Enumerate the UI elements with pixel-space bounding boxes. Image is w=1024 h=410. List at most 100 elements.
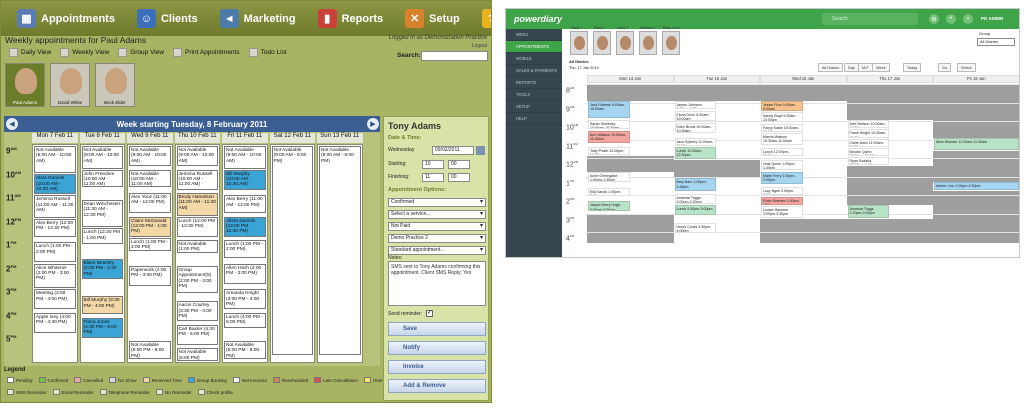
view-weekly-view[interactable]: Weekly View bbox=[60, 48, 109, 57]
user-menu[interactable]: PD ADMIN bbox=[981, 16, 1003, 21]
toolbar-go[interactable]: Go bbox=[938, 63, 952, 72]
appointment[interactable]: Carl Baxter (4:30 PM - 5:00 PM) bbox=[176, 324, 218, 345]
nav-item-marketing[interactable]: ◄ Marketing bbox=[219, 9, 296, 28]
nav-item-appointments[interactable]: ▦ Appointments bbox=[17, 9, 115, 28]
appointment[interactable]: Lunch 11:30am-12:30pm bbox=[674, 146, 717, 159]
appointment[interactable]: Frank Wright 10:30am-11:00am bbox=[847, 129, 890, 138]
appointment[interactable]: Lunch (1:00 PM - 2:00 PM) bbox=[129, 237, 171, 251]
bell-icon[interactable]: • bbox=[946, 14, 956, 24]
appointment[interactable]: Claire McDonald (12:00 PM - 1:00 PM) bbox=[129, 216, 171, 237]
appointment[interactable]: Amber Lion 2:00pm-2:30pm bbox=[934, 182, 1019, 191]
day-column[interactable]: Not Available (9:00 AM - 6:00 PM) bbox=[269, 144, 315, 363]
start-minute-select[interactable]: 00 bbox=[448, 160, 470, 169]
settings-icon[interactable]: ⚙ bbox=[929, 14, 939, 24]
appointment[interactable]: Aaron Courtey (3:30 PM - 4:00 PM) bbox=[176, 301, 218, 322]
toolbar-day[interactable]: Day bbox=[844, 63, 859, 72]
appointment[interactable]: Alex Yooz (11:00 AM - 12:00 PM) bbox=[129, 193, 171, 214]
appointment[interactable]: Ann Wallace 10:30am-11:30am bbox=[588, 131, 630, 144]
nav-item-setup[interactable]: ✕ Setup bbox=[405, 9, 460, 28]
end-hour-select[interactable]: 11 bbox=[422, 173, 444, 182]
staff-photo[interactable]: Paul Adams bbox=[5, 63, 45, 107]
appointment[interactable]: Not Available (9:00 AM - 10:00 AM) bbox=[129, 146, 171, 167]
staff-photo[interactable]: Diary 2 bbox=[593, 26, 611, 55]
appointment[interactable]: Lucy Ngee 2:00pm-2:30pm bbox=[761, 186, 803, 195]
day-column[interactable]: Not Available (9:00 AM - 6:00 PM) bbox=[317, 144, 363, 363]
appointment[interactable]: Group Appointment(5) (2:00 PM - 3:00 PM) bbox=[176, 265, 218, 294]
appointment[interactable]: Alex Berry (12:00 PM - 12:30 PM) bbox=[34, 218, 76, 237]
appointment[interactable]: Claire Arkin 11:00am-11:30am bbox=[847, 138, 890, 147]
appointment[interactable]: Lunch (1:00 PM - 2:00 PM) bbox=[224, 240, 266, 258]
send-reminder-checkbox[interactable]: ✓ bbox=[426, 310, 433, 317]
staff-photo[interactable]: Diary 3 bbox=[616, 26, 634, 55]
appointment[interactable]: Not Available (9:00 AM - 10:00 AM) bbox=[34, 146, 76, 174]
sidebar-item-reports[interactable]: REPORTS bbox=[506, 77, 562, 89]
appointment[interactable]: Alex Berry (11:00 AM - 12:00 PM) bbox=[224, 195, 266, 214]
payment-select[interactable]: Not Paid bbox=[388, 222, 486, 231]
save-button[interactable]: Save bbox=[388, 322, 486, 336]
appointment[interactable]: Alice Wonder 11:00am-11:30am bbox=[934, 137, 1019, 150]
staff-photo[interactable]: Mothers 1 bbox=[639, 26, 657, 55]
appointment[interactable]: Jemima Russell (11:00 AM - 11:30 AM) bbox=[34, 195, 76, 218]
nav-item-clients[interactable]: ☺ Clients bbox=[136, 9, 198, 28]
view-group-view[interactable]: Group View bbox=[118, 48, 164, 57]
view-print-appointments[interactable]: Print Appointments bbox=[173, 48, 240, 57]
appointment[interactable]: Jemima Russell (10:00 AM - 11:00 AM) bbox=[176, 169, 218, 190]
date-input[interactable]: 09/02/2011 bbox=[432, 146, 474, 155]
appointment[interactable]: Paperwork (2:00 PM - 3:00 PM) bbox=[129, 265, 171, 286]
status-select[interactable]: Confirmed bbox=[388, 198, 486, 207]
chat-icon[interactable]: ▪ bbox=[963, 14, 973, 24]
staff-photo[interactable]: David White bbox=[50, 63, 90, 107]
day-column[interactable]: Not Available (9:00 AM - 10:00 AM) Aleta … bbox=[32, 144, 78, 363]
appointment[interactable]: Lunch 12:00pm-12:30pm bbox=[761, 147, 803, 157]
appointment[interactable]: Not Available (10:00 AM - 11:00 AM) bbox=[129, 169, 171, 188]
notify-button[interactable]: Notify bbox=[388, 341, 486, 355]
search-input[interactable] bbox=[421, 51, 488, 61]
appointment[interactable]: Amanda Triggs 2:30pm-3:30pm bbox=[847, 205, 890, 219]
appointment[interactable]: Meeting (3:00 PM - 4:00 PM) bbox=[34, 289, 76, 310]
sidebar-item-tools[interactable]: TOOLS bbox=[506, 89, 562, 101]
appointment-type-select[interactable]: Standard appointment... bbox=[388, 246, 486, 255]
appointment[interactable]: Jack Syberry 11:00am-11:30am bbox=[674, 137, 717, 146]
appointment[interactable]: Brody Hamelson (11:00 AM - 11:30 AM) bbox=[176, 193, 218, 216]
appointment[interactable]: Brooke Quinn 12:00pm-12:30pm bbox=[847, 147, 890, 157]
appointment[interactable]: Sarah Sweeney 10:00am-10:30am bbox=[588, 120, 630, 130]
logout-link[interactable]: Logout bbox=[472, 43, 487, 49]
view-daily-view[interactable]: Daily View bbox=[9, 48, 51, 57]
appointment[interactable]: Not Available (9:00 AM - 10:00 AM) bbox=[176, 146, 218, 167]
toolbar-today[interactable]: Today bbox=[903, 63, 922, 72]
appointment[interactable]: Not Available (5:00 PM) bbox=[176, 348, 218, 362]
appointment[interactable]: Alleta Daniels (12:00 PM - 12:30 PM) bbox=[224, 216, 266, 237]
appointment[interactable]: Marvin Watson 10:30am-11:00am bbox=[761, 133, 803, 145]
appointment[interactable]: Not Available (9:00 AM - 6:00 PM) bbox=[271, 146, 313, 355]
appointment[interactable]: Lunch (12:30 PM - 1:00 PM) bbox=[81, 228, 123, 244]
appointment[interactable]: Henry Cooks 3:30pm-4:00pm bbox=[674, 222, 717, 233]
sidebar-item-sales-payments[interactable]: SALES & PAYMENTS bbox=[506, 65, 562, 77]
appointment[interactable]: Sandy Boyd 9:30am-10:00am bbox=[761, 111, 803, 122]
sidebar-item-help[interactable]: HELP bbox=[506, 113, 562, 125]
appointment[interactable]: Fancy Kalke 10:00am-10:30am bbox=[761, 123, 803, 133]
appointment[interactable]: Allen Hitch (2:00 PM - 3:00 PM) bbox=[224, 263, 266, 284]
appointment[interactable]: Robb Sweden 2:30pm-3:00pm bbox=[761, 196, 803, 206]
next-week-icon[interactable]: ▶ bbox=[367, 118, 379, 130]
appointment[interactable]: Eden Brook 10:00am-10:30am bbox=[674, 122, 717, 133]
appointment[interactable]: Ryan Sodaka 12:30pm-1:00pm bbox=[847, 157, 890, 166]
day-column[interactable]: Not Available (9:00 AM - 10:00 AM) John F… bbox=[79, 144, 125, 363]
sidebar-item-appointments[interactable]: APPOINTMENTS bbox=[506, 41, 562, 53]
practice-select[interactable]: Demo Practice 2 bbox=[388, 234, 486, 243]
end-minute-select[interactable]: 00 bbox=[448, 173, 470, 182]
nav-item-reports[interactable]: ▮ Reports bbox=[317, 9, 383, 28]
calendar-icon[interactable] bbox=[476, 146, 485, 155]
sidebar-item-mobile[interactable]: MOBILE bbox=[506, 53, 562, 65]
day-column[interactable]: Not Available (9:00 AM - 10:00 AM) Jemima… bbox=[174, 144, 220, 363]
appointment[interactable]: Apple Ivey (4:00 PM - 4:30 PM) bbox=[34, 312, 76, 333]
appointment[interactable]: Aleta Daniels (10:00 AM - 10:30 AM) bbox=[34, 174, 76, 195]
appointment[interactable]: James Johnson 9:00am-9:30am bbox=[674, 100, 717, 109]
toolbar-week[interactable]: Week bbox=[872, 63, 890, 72]
add-remove-button[interactable]: Add & Remove bbox=[388, 379, 486, 393]
staff-photo[interactable]: Diary 1 bbox=[570, 26, 588, 55]
appointment[interactable]: Not Available (1:00 PM) bbox=[176, 240, 218, 254]
invoice-button[interactable]: Invoice bbox=[388, 360, 486, 374]
appointment[interactable]: John Freedom (10:00 AM - 11:00 AM) bbox=[81, 169, 123, 188]
appointment[interactable]: Fiona Dunn 9:30am-10:00am bbox=[674, 110, 717, 121]
appointment[interactable]: Jack Roberts 9:00am-10:00am bbox=[588, 100, 630, 119]
